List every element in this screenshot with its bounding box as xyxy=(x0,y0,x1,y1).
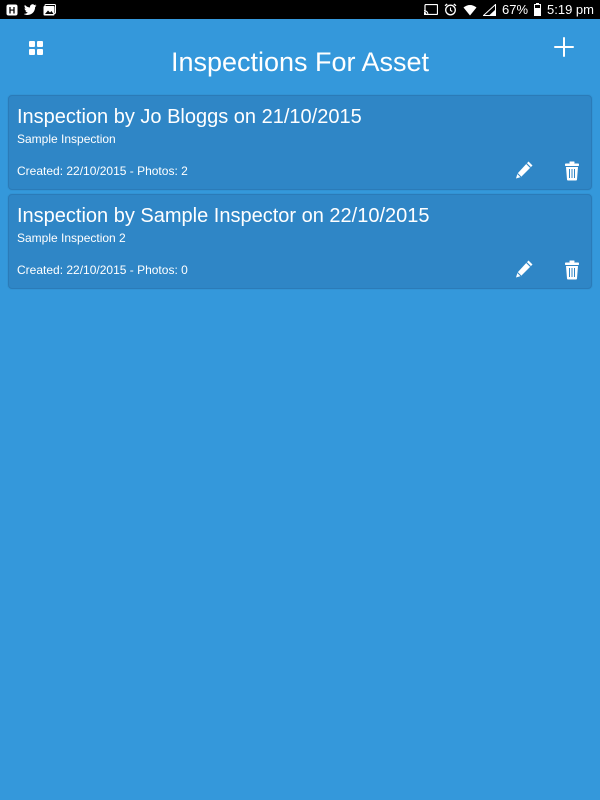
inspection-title: Inspection by Jo Bloggs on 21/10/2015 xyxy=(17,106,362,128)
trash-icon xyxy=(565,161,579,181)
pencil-icon xyxy=(516,161,533,179)
page-title: Inspections For Asset xyxy=(170,47,430,77)
clock: 5:19 pm xyxy=(547,2,594,17)
inspection-card[interactable]: Inspection by Jo Bloggs on 21/10/2015 Sa… xyxy=(8,95,592,190)
edit-button[interactable] xyxy=(513,159,535,181)
pencil-icon xyxy=(516,260,533,278)
app-header: Inspections For Asset xyxy=(0,19,600,89)
delete-button[interactable] xyxy=(564,161,580,181)
inspection-meta: Created: 22/10/2015 - Photos: 0 xyxy=(17,263,188,277)
alarm-icon xyxy=(444,3,457,16)
inspection-card[interactable]: Inspection by Sample Inspector on 22/10/… xyxy=(8,194,592,289)
gallery-icon xyxy=(43,3,56,16)
inspection-list: Inspection by Jo Bloggs on 21/10/2015 Sa… xyxy=(8,95,592,293)
hp-icon: H xyxy=(6,4,18,16)
plus-icon xyxy=(554,37,574,57)
cast-icon xyxy=(423,4,438,15)
battery-icon xyxy=(534,3,542,16)
status-bar-left: H xyxy=(0,3,56,16)
inspection-subtitle: Sample Inspection 2 xyxy=(17,231,126,245)
edit-button[interactable] xyxy=(513,258,535,280)
trash-icon xyxy=(565,260,579,280)
inspection-meta: Created: 22/10/2015 - Photos: 2 xyxy=(17,164,188,178)
twitter-icon xyxy=(24,4,37,15)
delete-button[interactable] xyxy=(564,260,580,280)
status-bar: H 67% 5:19 pm xyxy=(0,0,600,19)
inspection-title: Inspection by Sample Inspector on 22/10/… xyxy=(17,205,430,227)
inspection-subtitle: Sample Inspection xyxy=(17,132,116,146)
status-bar-right: 67% 5:19 pm xyxy=(423,2,600,17)
signal-icon xyxy=(482,3,496,16)
add-inspection-button[interactable] xyxy=(554,37,574,57)
battery-percent: 67% xyxy=(501,2,529,17)
svg-text:H: H xyxy=(9,5,16,15)
wifi-icon xyxy=(463,4,477,16)
